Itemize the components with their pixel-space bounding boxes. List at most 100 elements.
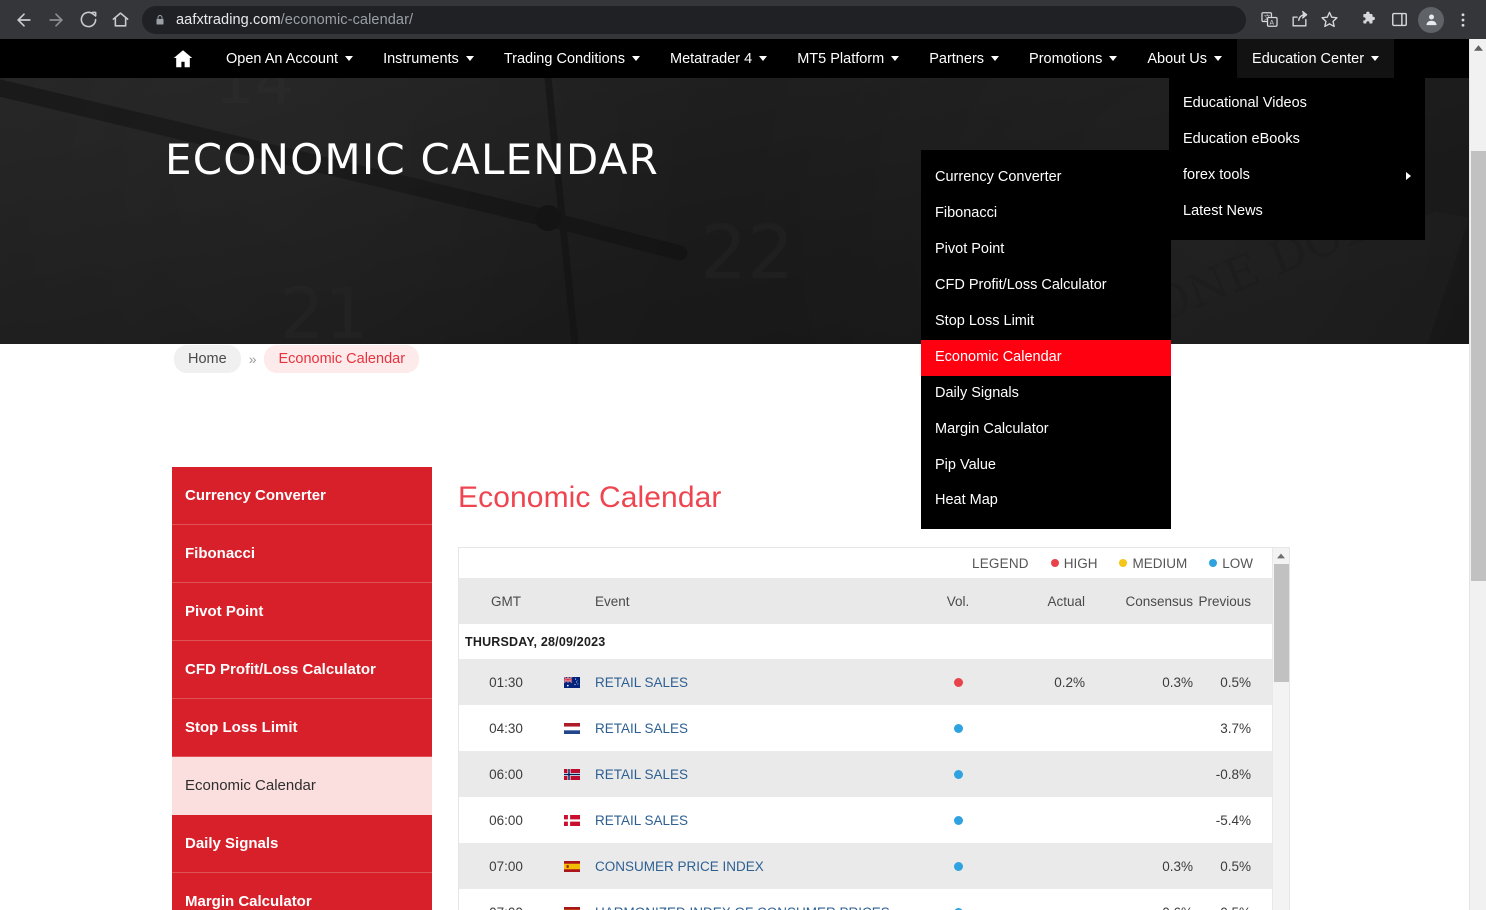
education-dropdown-item-education-ebooks[interactable]: Education eBooks: [1169, 122, 1425, 158]
table-row[interactable]: 01:30 RETAIL SALES 0.2% 0.3% 0.5%: [459, 659, 1289, 705]
nav-item-open-an-account[interactable]: Open An Account: [211, 39, 368, 78]
cell-gmt: 04:30: [489, 720, 523, 736]
sidebar: Currency Converter Fibonacci Pivot Point CF…: [172, 467, 432, 910]
forex-tools-item-pip-value[interactable]: Pip Value: [921, 448, 1171, 484]
side-panel-icon[interactable]: [1384, 5, 1414, 35]
column-header-vol: Vol.: [946, 593, 970, 609]
forex-tools-item-currency-converter[interactable]: Currency Converter: [921, 160, 1171, 196]
nav-item-trading-conditions[interactable]: Trading Conditions: [489, 39, 655, 78]
forex-tools-item-economic-calendar[interactable]: Economic Calendar: [921, 339, 1171, 376]
calendar-scroll-thumb[interactable]: [1274, 564, 1289, 682]
sidebar-item-label: Fibonacci: [185, 545, 256, 562]
legend-entry-high: HIGH: [1050, 556, 1097, 571]
forex-tools-item-heat-map[interactable]: Heat Map: [921, 483, 1171, 519]
column-header-gmt: GMT: [491, 593, 521, 609]
nav-item-promotions[interactable]: Promotions: [1014, 39, 1132, 78]
sidebar-item-economic-calendar[interactable]: Economic Calendar: [172, 757, 432, 815]
volatility-dot-icon: [923, 723, 993, 733]
cell-event[interactable]: RETAIL SALES: [591, 675, 923, 690]
calendar-scroll-up-icon[interactable]: [1273, 548, 1289, 564]
education-dropdown-item-label: Educational Videos: [1183, 95, 1307, 111]
cell-event[interactable]: CONSUMER PRICE INDEX: [591, 859, 923, 874]
cell-event[interactable]: RETAIL SALES: [591, 721, 923, 736]
page-scroll-up-icon[interactable]: [1470, 39, 1486, 56]
cell-actual: 0.2%: [1054, 674, 1085, 690]
breadcrumb-home[interactable]: Home: [174, 345, 241, 373]
table-row[interactable]: 04:30 RETAIL SALES 3.7%: [459, 705, 1289, 751]
page-scrollbar[interactable]: [1469, 39, 1486, 910]
forex-tools-item-fibonacci[interactable]: Fibonacci: [921, 196, 1171, 232]
sidebar-item-currency-converter[interactable]: Currency Converter: [172, 467, 432, 525]
table-row[interactable]: 06:00 RETAIL SALES -0.8%: [459, 751, 1289, 797]
nav-item-instruments[interactable]: Instruments: [368, 39, 489, 78]
forex-tools-item-stop-loss-limit[interactable]: Stop Loss Limit: [921, 304, 1171, 340]
chevron-down-icon: [1109, 56, 1118, 61]
forex-tools-item-label: Pip Value: [935, 456, 996, 473]
nav-item-partners[interactable]: Partners: [914, 39, 1014, 78]
forex-tools-item-label: Fibonacci: [935, 204, 998, 221]
sidebar-item-label: CFD Profit/Loss Calculator: [185, 661, 376, 678]
reload-icon[interactable]: [72, 4, 104, 36]
star-icon[interactable]: [1314, 5, 1344, 35]
legend-entry-low: LOW: [1209, 556, 1253, 571]
education-dropdown-item-label: Latest News: [1183, 202, 1263, 219]
chevron-down-icon: [465, 56, 474, 61]
nav-home-icon[interactable]: [155, 39, 211, 78]
cell-event[interactable]: RETAIL SALES: [591, 813, 923, 828]
education-dropdown-item-educational-videos[interactable]: Educational Videos: [1169, 86, 1425, 122]
address-bar[interactable]: aafxtrading.com/economic-calendar/: [142, 5, 1246, 34]
forex-tools-item-margin-calculator[interactable]: Margin Calculator: [921, 412, 1171, 448]
table-row[interactable]: 07:00 HARMONIZED INDEX OF CONSUMER PRICES…: [459, 889, 1289, 910]
forex-tools-item-cfd-profit-loss-calculator[interactable]: CFD Profit/Loss Calculator: [921, 268, 1171, 304]
sidebar-item-fibonacci[interactable]: Fibonacci: [172, 525, 432, 583]
country-flag-icon: [553, 906, 591, 910]
sidebar-item-margin-calculator[interactable]: Margin Calculator: [172, 873, 432, 910]
profile-avatar-icon[interactable]: [1418, 6, 1444, 33]
forex-tools-item-daily-signals[interactable]: Daily Signals: [921, 376, 1171, 412]
education-dropdown-item-label: forex tools: [1183, 166, 1250, 183]
nav-item-label: About Us: [1147, 50, 1208, 67]
nav-item-education-center[interactable]: Education Center: [1237, 39, 1395, 78]
education-dropdown-item-forex-tools[interactable]: forex tools: [1169, 158, 1425, 194]
vol-dot-low: [953, 861, 963, 871]
translate-icon[interactable]: 文A: [1254, 5, 1284, 35]
nav-item-metatrader-4[interactable]: Metatrader 4: [655, 39, 782, 78]
page-scroll-thumb[interactable]: [1471, 151, 1486, 581]
forex-tools-item-label: Currency Converter: [935, 169, 1062, 185]
country-flag-icon: [553, 860, 591, 872]
nav-item-about-us[interactable]: About Us: [1132, 39, 1237, 78]
cell-event[interactable]: HARMONIZED INDEX OF CONSUMER PRICES: [591, 905, 923, 910]
sidebar-item-label: Margin Calculator: [185, 893, 312, 910]
cell-gmt: 01:30: [489, 674, 523, 690]
breadcrumb: Home » Economic Calendar: [174, 345, 420, 373]
vol-dot-low: [953, 815, 963, 825]
three-dot-menu-icon[interactable]: [1448, 5, 1478, 35]
sidebar-item-stop-loss-limit[interactable]: Stop Loss Limit: [172, 699, 432, 757]
education-dropdown-item-latest-news[interactable]: Latest News: [1169, 194, 1425, 230]
sidebar-item-daily-signals[interactable]: Daily Signals: [172, 815, 432, 873]
puzzle-icon[interactable]: [1354, 5, 1384, 35]
sidebar-item-pivot-point[interactable]: Pivot Point: [172, 583, 432, 641]
chevron-down-icon: [891, 56, 900, 61]
table-row[interactable]: 06:00 RETAIL SALES -5.4%: [459, 797, 1289, 843]
home-icon[interactable]: [104, 4, 136, 36]
sidebar-item-label: Stop Loss Limit: [185, 719, 298, 736]
nav-item-mt5-platform[interactable]: MT5 Platform: [782, 39, 914, 78]
forward-arrow-icon[interactable]: [40, 4, 72, 36]
forex-tools-item-pivot-point[interactable]: Pivot Point: [921, 232, 1171, 268]
sidebar-item-cfd-profit-loss-calculator[interactable]: CFD Profit/Loss Calculator: [172, 641, 432, 699]
country-flag-icon: [553, 722, 591, 734]
cell-gmt: 07:00: [459, 905, 553, 910]
nav-item-label: Trading Conditions: [503, 50, 625, 67]
cell-gmt: 06:00: [489, 812, 523, 828]
sidebar-item-label: Economic Calendar: [185, 777, 316, 794]
table-row[interactable]: 07:00 CONSUMER PRICE INDEX 0.3% 0.5%: [459, 843, 1289, 889]
share-icon[interactable]: [1284, 5, 1314, 35]
cell-event[interactable]: RETAIL SALES: [591, 767, 923, 782]
back-arrow-icon[interactable]: [8, 4, 40, 36]
page-title: Economic Calendar: [458, 481, 722, 514]
calendar-rows: 01:30 RETAIL SALES 0.2% 0.3% 0.5% 04:30 RETAIL…: [459, 659, 1289, 910]
calendar-scrollbar[interactable]: [1272, 548, 1289, 910]
cell-consensus: 0.6%: [1085, 905, 1193, 910]
chevron-down-icon: [631, 56, 640, 61]
